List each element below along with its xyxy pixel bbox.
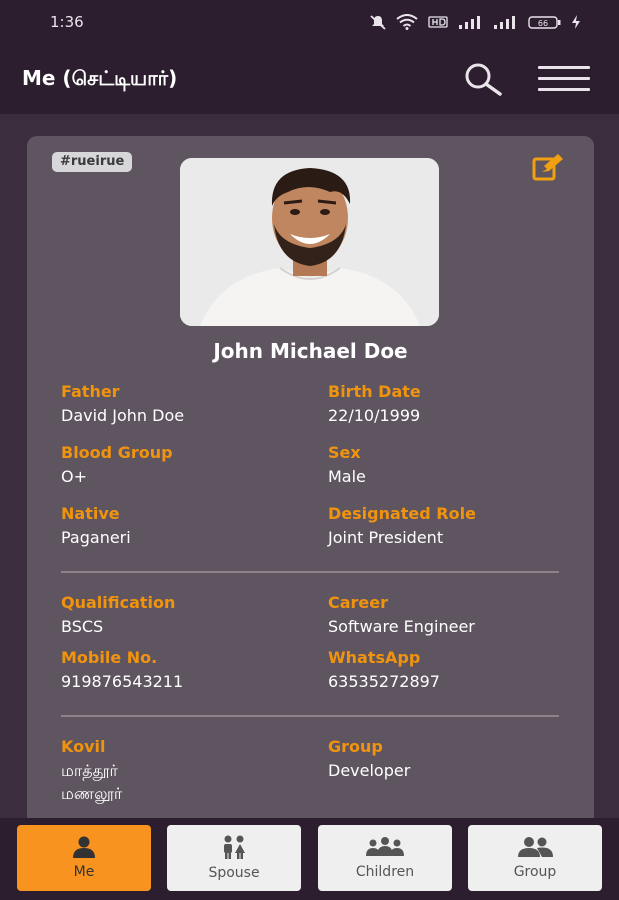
field-label: Mobile No. <box>61 648 158 667</box>
group-icon <box>518 837 553 857</box>
field-label: Designated Role <box>328 504 476 523</box>
wifi-icon <box>396 14 418 30</box>
nav-label: Me <box>73 864 95 880</box>
field-label: Native <box>61 504 120 523</box>
field-whatsapp: WhatsApp 63535272897 <box>328 648 440 692</box>
signal-icon-2 <box>494 16 515 29</box>
field-label: Qualification <box>61 593 176 612</box>
nav-label: Group <box>513 864 557 880</box>
field-label: Career <box>328 593 389 612</box>
field-label: Kovil <box>61 737 106 756</box>
profile-name: John Michael Doe <box>213 339 408 363</box>
field-value: Male <box>328 467 366 486</box>
field-value: Paganeri <box>61 528 131 547</box>
couple-icon <box>224 835 245 859</box>
bottom-nav: Me Spouse Children Group <box>0 818 619 900</box>
person-icon <box>73 836 95 858</box>
hd-signal-icon <box>428 16 448 28</box>
battery-level: 66 <box>538 19 548 28</box>
nav-tab-group[interactable]: Group <box>468 825 602 891</box>
battery-icon: 66 <box>528 16 561 29</box>
status-icons: 66 <box>369 14 581 30</box>
charging-icon <box>572 15 580 29</box>
nav-tab-children[interactable]: Children <box>318 825 452 891</box>
field-value: 919876543211 <box>61 672 184 691</box>
field-label: Birth Date <box>328 382 421 401</box>
field-value: O+ <box>61 467 87 486</box>
profile-tag: #rueirue <box>52 152 133 172</box>
divider <box>61 571 559 573</box>
field-sex: Sex Male <box>328 443 366 487</box>
page-title: Me (செட்டியார்) <box>22 65 178 90</box>
field-group: Group Developer <box>328 737 410 781</box>
field-native: Native Paganeri <box>61 504 131 548</box>
mute-icon <box>370 15 386 30</box>
field-label: Group <box>328 737 383 756</box>
menu-icon[interactable] <box>537 64 591 94</box>
field-value: மாத்தூர் <box>61 761 118 780</box>
field-kovil: Kovil மாத்தூர் மணலூர் <box>61 737 122 804</box>
field-label: Father <box>61 382 120 401</box>
edit-icon[interactable] <box>530 152 568 182</box>
field-mobile-number: Mobile No. 919876543211 <box>61 648 183 692</box>
field-value: David John Doe <box>61 406 185 425</box>
field-blood-group: Blood Group O+ <box>61 443 173 487</box>
avatar <box>180 158 439 326</box>
field-birth-date: Birth Date 22/10/1999 <box>328 382 421 426</box>
profile-photo <box>180 158 439 326</box>
status-bar: 1:36 66 <box>0 0 619 44</box>
field-value-line-2: மணலூர் <box>61 784 123 803</box>
field-value: Software Engineer <box>328 617 475 636</box>
signal-icon <box>459 16 480 29</box>
app-bar: Me (செட்டியார்) <box>0 44 619 114</box>
field-label: Blood Group <box>61 443 173 462</box>
divider <box>61 715 559 717</box>
field-value: 22/10/1999 <box>328 406 421 425</box>
field-value: 63535272897 <box>328 672 440 691</box>
profile-card: #rueirue John Michael Doe Father David J… <box>27 136 594 826</box>
children-icon <box>366 837 404 856</box>
app-actions <box>459 62 591 96</box>
field-label: Sex <box>328 443 361 462</box>
search-icon[interactable] <box>459 62 505 96</box>
nav-label: Spouse <box>208 865 260 881</box>
field-label: WhatsApp <box>328 648 421 667</box>
nav-tab-spouse[interactable]: Spouse <box>167 825 301 891</box>
field-designated-role: Designated Role Joint President <box>328 504 476 548</box>
nav-label: Children <box>355 864 415 880</box>
field-value: Developer <box>328 761 411 780</box>
field-value: Joint President <box>328 528 444 547</box>
status-time: 1:36 <box>50 13 84 31</box>
field-qualification: Qualification BSCS <box>61 593 175 637</box>
field-career: Career Software Engineer <box>328 593 475 637</box>
field-value: BSCS <box>61 617 104 636</box>
field-father: Father David John Doe <box>61 382 184 426</box>
nav-tab-me[interactable]: Me <box>17 825 151 891</box>
